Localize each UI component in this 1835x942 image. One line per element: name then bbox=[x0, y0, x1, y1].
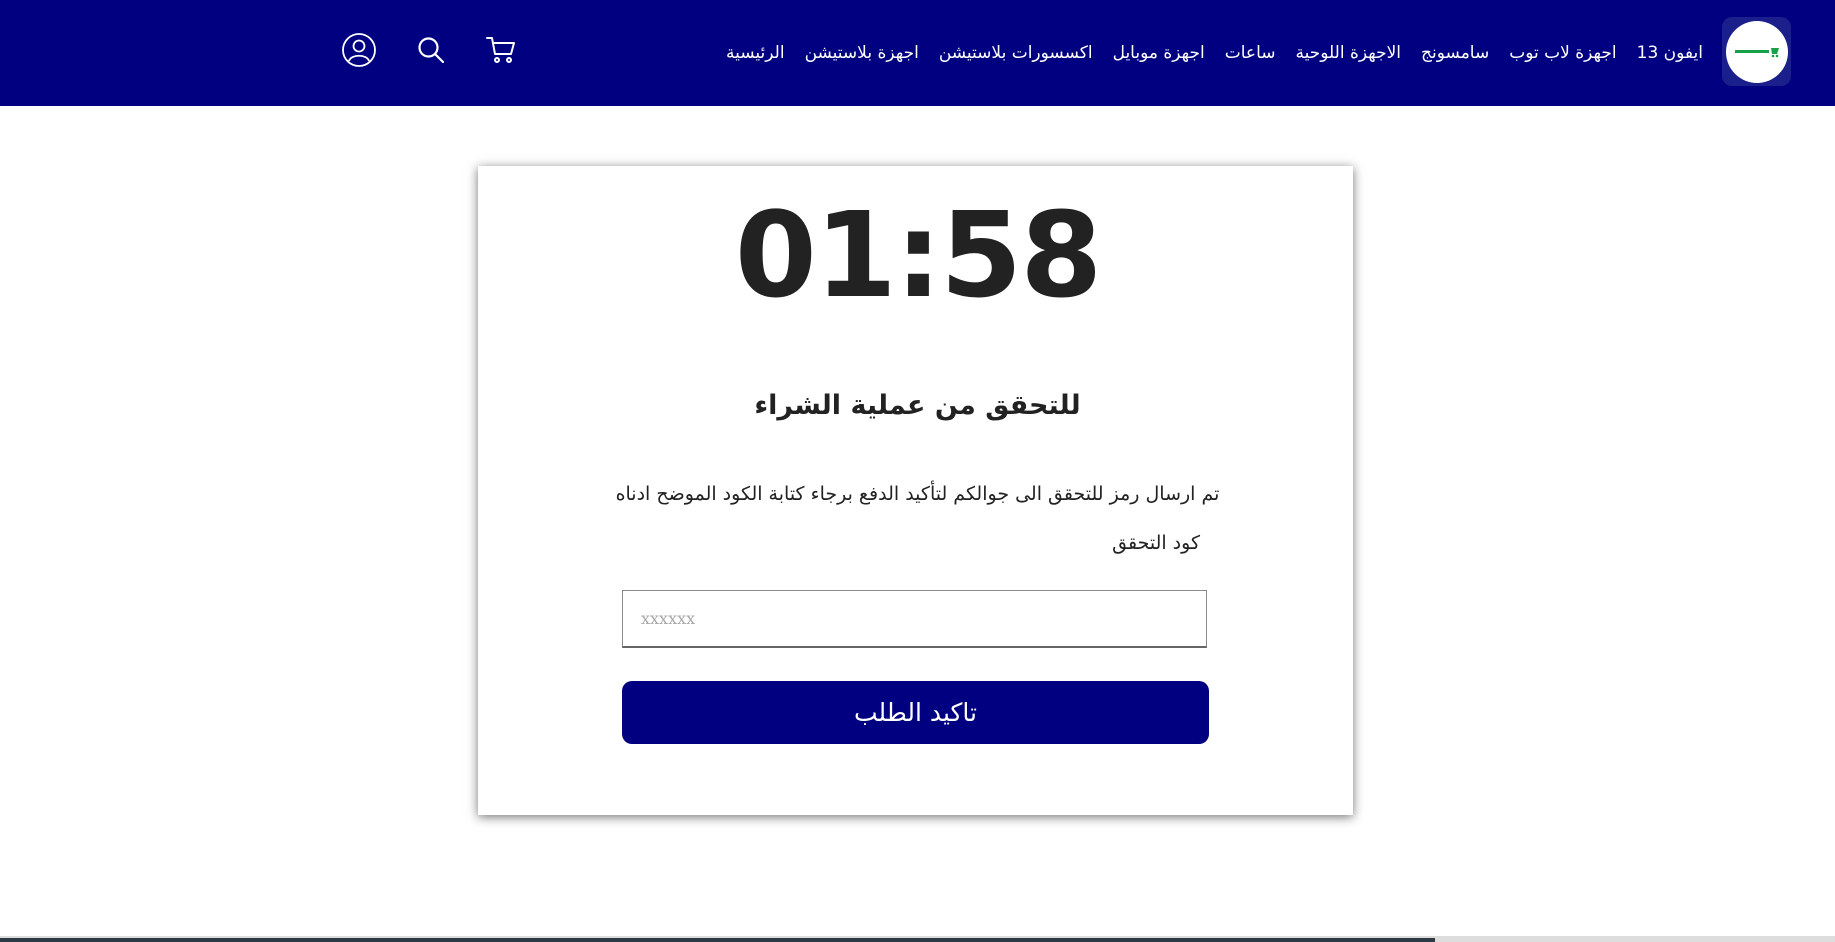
nav-link-samsung[interactable]: سامسونج bbox=[1421, 43, 1489, 63]
code-label: كود التحقق bbox=[1112, 532, 1200, 554]
site-header: الرئيسية اجهزة بلاستيشن اكسسورات بلاستيش… bbox=[0, 0, 1835, 106]
account-icon bbox=[341, 32, 377, 72]
nav-link-tablets[interactable]: الاجهزة اللوحية bbox=[1296, 43, 1402, 63]
store-logo-icon bbox=[1725, 20, 1788, 83]
store-logo[interactable] bbox=[1722, 17, 1791, 86]
search-icon bbox=[416, 35, 446, 69]
nav-link-watches[interactable]: ساعات bbox=[1225, 43, 1276, 63]
bottom-edge bbox=[0, 936, 1835, 942]
bottom-edge-dark bbox=[0, 938, 1435, 942]
cart-button[interactable] bbox=[483, 34, 519, 70]
cart-icon bbox=[485, 34, 517, 70]
nav-link-home[interactable]: الرئيسية bbox=[726, 43, 785, 63]
countdown-timer: 01:58 bbox=[734, 186, 1103, 324]
nav-link-laptops[interactable]: اجهزة لاب توب bbox=[1509, 43, 1616, 63]
confirm-order-button[interactable]: تاكيد الطلب bbox=[622, 681, 1209, 744]
verification-code-input[interactable] bbox=[622, 590, 1207, 648]
account-button[interactable] bbox=[341, 32, 377, 72]
nav-link-mobiles[interactable]: اجهزة موبايل bbox=[1113, 43, 1205, 63]
search-button[interactable] bbox=[413, 34, 449, 70]
nav-link-iphone-13[interactable]: ايفون 13 bbox=[1637, 43, 1703, 63]
nav-link-playstation-accessories[interactable]: اكسسورات بلاستيشن bbox=[939, 43, 1093, 63]
nav-link-playstation[interactable]: اجهزة بلاستيشن bbox=[805, 43, 919, 63]
verification-description: تم ارسال رمز للتحقق الى جوالكم لتأكيد ال… bbox=[615, 483, 1220, 505]
main-nav: الرئيسية اجهزة بلاستيشن اكسسورات بلاستيش… bbox=[726, 0, 1703, 106]
verification-title: للتحقق من عملية الشراء bbox=[754, 390, 1081, 421]
